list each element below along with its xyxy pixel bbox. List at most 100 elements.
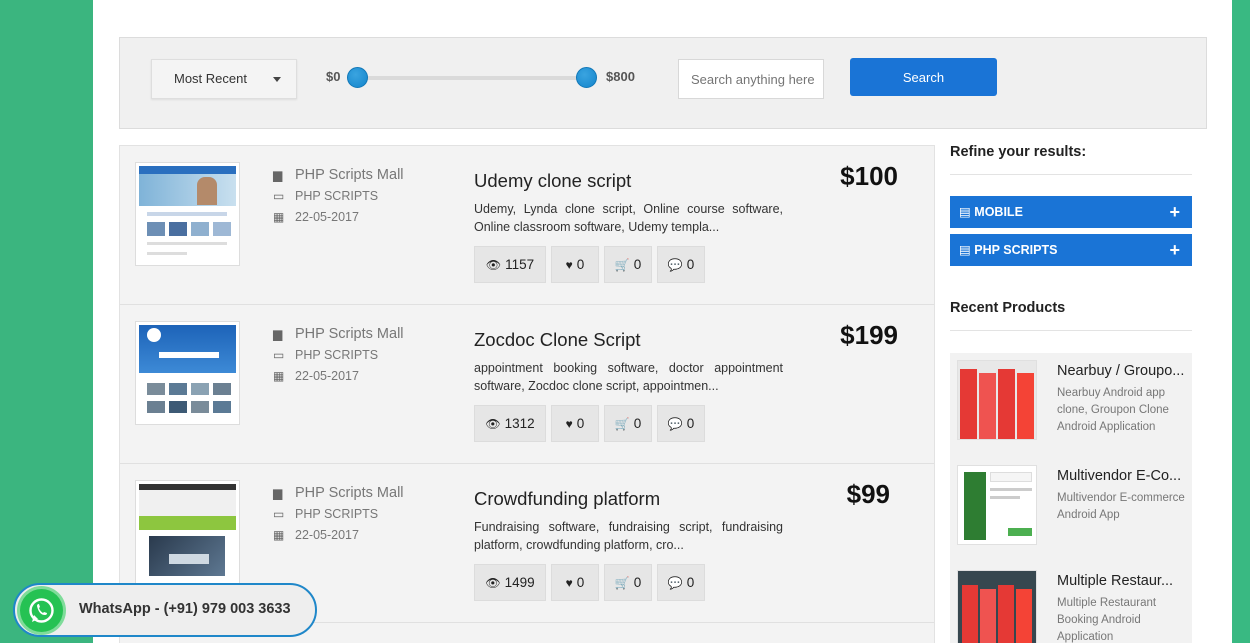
views-button[interactable]: 👁 1312 (474, 405, 546, 442)
folder-icon: ▭ (273, 506, 285, 521)
comment-icon: 💬 (667, 416, 683, 431)
sidebar: Refine your results: ▤ MOBILE + ▤ PHP SC… (950, 140, 1192, 643)
product-category[interactable]: PHP SCRIPTS (295, 348, 378, 362)
product-category[interactable]: PHP SCRIPTS (295, 507, 378, 521)
like-button[interactable]: ♥ 0 (551, 246, 599, 283)
folder-icon: ▭ (273, 347, 285, 362)
category-mobile-button[interactable]: ▤ MOBILE + (950, 196, 1192, 228)
views-button[interactable]: 👁 1157 (474, 246, 546, 283)
recent-products: Nearbuy / Groupo... Nearbuy Android app … (950, 353, 1192, 643)
recent-product-item[interactable]: Multivendor E-Co... Multivendor E-commer… (950, 458, 1192, 558)
comment-button[interactable]: 💬 0 (657, 246, 705, 283)
product-date: 22-05-2017 (295, 368, 359, 383)
product-date: 22-05-2017 (295, 527, 359, 542)
product-price: $100 (840, 161, 898, 191)
product-price: $99 (846, 479, 890, 509)
product-thumbnail[interactable] (135, 162, 240, 266)
price-slider-max-handle[interactable] (576, 67, 597, 88)
product-stats: 👁 1312 ♥ 0 🛒 0 💬 0 (474, 405, 705, 442)
product-stats: 👁 1157 ♥ 0 🛒 0 💬 0 (474, 246, 705, 283)
recent-product-item[interactable]: Nearbuy / Groupo... Nearbuy Android app … (950, 353, 1192, 453)
product-stats: 👁 1499 ♥ 0 🛒 0 💬 0 (474, 564, 705, 601)
cart-icon: 🛒 (614, 416, 630, 431)
likes-count: 0 (576, 575, 585, 590)
likes-count: 0 (576, 416, 585, 431)
product-category[interactable]: PHP SCRIPTS (295, 189, 378, 203)
product-card: ▆ PHP Scripts Mall ▭ PHP SCRIPTS ▦ 22-05-20… (120, 305, 934, 464)
recent-product-description: Nearbuy Android app clone, Groupon Clone… (1057, 387, 1169, 433)
recent-heading-block: Recent Products (950, 300, 1192, 331)
whatsapp-label: WhatsApp - (+91) 979 003 3633 (79, 601, 291, 617)
eye-icon: 👁 (485, 257, 502, 272)
recent-product-title[interactable]: Nearbuy / Groupo... (1057, 363, 1184, 379)
recent-product-title[interactable]: Multiple Restaur... (1057, 573, 1173, 589)
calendar-icon: ▦ (273, 209, 285, 224)
product-vendor[interactable]: PHP Scripts Mall (295, 167, 404, 183)
product-title[interactable]: Udemy clone script (474, 170, 631, 192)
plus-icon: + (1169, 240, 1180, 260)
cart-button[interactable]: 🛒 0 (604, 405, 652, 442)
product-thumbnail[interactable] (135, 480, 240, 584)
cart-icon: 🛒 (614, 575, 630, 590)
category-label: PHP SCRIPTS (974, 243, 1058, 257)
search-input[interactable] (678, 59, 824, 99)
recent-heading: Recent Products (950, 300, 1066, 316)
page: Most Recent $0 $800 Search anything here… (93, 0, 1232, 643)
cart-count: 0 (633, 257, 642, 272)
eye-icon: 👁 (485, 575, 501, 590)
list-icon: ▤ (959, 243, 975, 257)
product-vendor[interactable]: PHP Scripts Mall (295, 485, 404, 501)
cart-count: 0 (633, 416, 642, 431)
recent-product-thumbnail[interactable] (957, 360, 1037, 440)
filter-bar: Most Recent $0 $800 Search (119, 37, 1207, 129)
recent-product-title[interactable]: Multivendor E-Co... (1057, 468, 1181, 484)
cart-icon: 🛒 (614, 257, 630, 272)
price-slider-track[interactable] (356, 76, 588, 80)
list-icon: ▤ (959, 205, 975, 219)
comments-count: 0 (686, 257, 695, 272)
recent-product-thumbnail[interactable] (957, 465, 1037, 545)
views-button[interactable]: 👁 1499 (474, 564, 546, 601)
comment-button[interactable]: 💬 0 (657, 405, 705, 442)
product-thumbnail[interactable] (135, 321, 240, 425)
product-title[interactable]: Crowdfunding platform (474, 488, 660, 510)
cart-button[interactable]: 🛒 0 (604, 246, 652, 283)
views-count: 1499 (504, 575, 535, 590)
recent-product-item[interactable]: Multiple Restaur... Multiple Restaurant … (950, 563, 1192, 643)
product-vendor[interactable]: PHP Scripts Mall (295, 326, 404, 342)
folder-icon: ▭ (273, 188, 285, 203)
eye-icon: 👁 (485, 416, 501, 431)
product-date: 22-05-2017 (295, 209, 359, 224)
price-max-label: $800 (606, 69, 635, 84)
price-slider-min-handle[interactable] (347, 67, 368, 88)
search-button[interactable]: Search (850, 58, 997, 96)
cart-button[interactable]: 🛒 0 (604, 564, 652, 601)
product-description: appointment booking software, doctor app… (474, 361, 783, 393)
like-button[interactable]: ♥ 0 (551, 564, 599, 601)
views-count: 1157 (505, 257, 535, 272)
product-price: $199 (840, 320, 898, 350)
caret-down-icon (273, 77, 281, 82)
heart-icon: ♥ (565, 416, 573, 431)
likes-count: 0 (576, 257, 585, 272)
like-button[interactable]: ♥ 0 (551, 405, 599, 442)
category-label: MOBILE (974, 205, 1023, 219)
divider (950, 330, 1192, 331)
category-php-scripts-button[interactable]: ▤ PHP SCRIPTS + (950, 234, 1192, 266)
product-list: ▆ PHP Scripts Mall ▭ PHP SCRIPTS ▦ 22-05-20… (119, 145, 935, 643)
heart-icon: ♥ (565, 575, 573, 590)
sort-select-value: Most Recent (174, 71, 247, 86)
comment-button[interactable]: 💬 0 (657, 564, 705, 601)
whatsapp-button[interactable]: WhatsApp - (+91) 979 003 3633 (13, 583, 317, 637)
views-count: 1312 (504, 416, 535, 431)
comment-icon: 💬 (667, 257, 683, 272)
sort-select[interactable]: Most Recent (151, 59, 297, 99)
archive-icon: ▆ (273, 485, 283, 500)
archive-icon: ▆ (273, 326, 283, 341)
price-min-label: $0 (326, 69, 341, 84)
recent-product-thumbnail[interactable] (957, 570, 1037, 643)
comments-count: 0 (686, 575, 695, 590)
product-title[interactable]: Zocdoc Clone Script (474, 329, 641, 351)
product-meta: ▆ PHP Scripts Mall ▭ PHP SCRIPTS ▦ 22-05-20… (273, 323, 404, 386)
recent-product-description: Multivendor E-commerce Android App (1057, 492, 1185, 521)
